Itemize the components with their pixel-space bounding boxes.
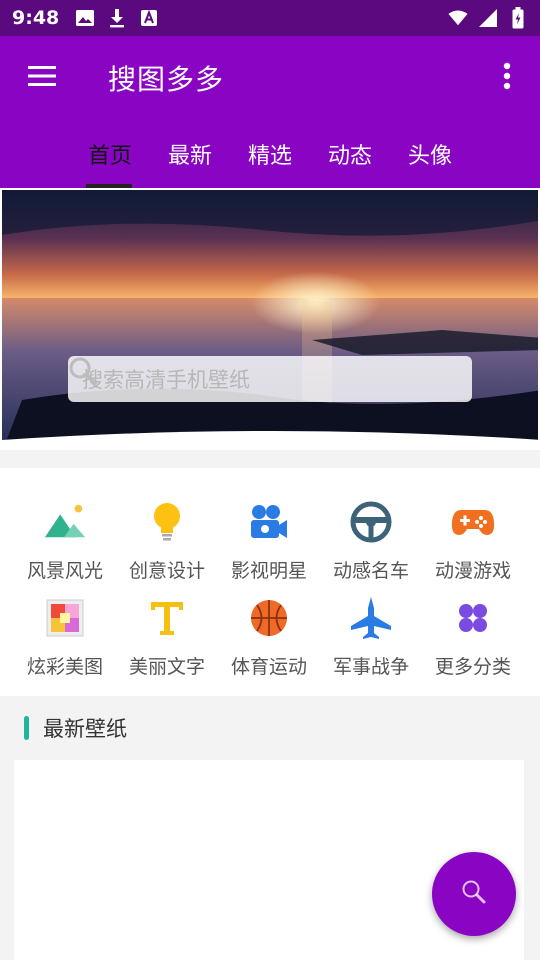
search-placeholder: 搜索高清手机壁纸 — [82, 368, 250, 392]
category-label: 军事战争 — [332, 656, 409, 678]
fighter-jet-icon — [349, 596, 393, 640]
category-label: 动漫游戏 — [434, 560, 511, 582]
steering-wheel-icon — [349, 500, 393, 544]
text-t-icon — [145, 596, 189, 640]
category-label: 动感名车 — [332, 560, 409, 582]
sunset-banner-image — [2, 190, 538, 448]
palette-icon — [43, 596, 87, 640]
landscape-icon — [43, 500, 87, 544]
category-landscape[interactable]: 风景风光 — [14, 498, 116, 594]
battery-icon — [508, 7, 528, 29]
category-cars[interactable]: 动感名车 — [320, 498, 422, 594]
menu-button[interactable] — [0, 36, 84, 120]
category-anime-games[interactable]: 动漫游戏 — [422, 498, 524, 594]
category-label: 影视明星 — [230, 560, 307, 582]
category-colorful[interactable]: 炫彩美图 — [14, 594, 116, 690]
download-icon — [107, 8, 127, 28]
lightbulb-icon — [145, 500, 189, 544]
image-icon — [75, 8, 95, 28]
category-grid: 风景风光 创意设计 影视明星 动感名车 动漫游戏 炫彩美图 美丽文字 体育运动 … — [0, 468, 540, 696]
signal-icon — [478, 8, 498, 28]
category-sports[interactable]: 体育运动 — [218, 594, 320, 690]
search-icon — [461, 879, 487, 909]
menu-icon — [27, 65, 57, 91]
latest-wallpapers-header: 最新壁纸 — [0, 708, 540, 748]
basketball-icon — [247, 596, 291, 640]
more-grid-icon — [451, 596, 495, 640]
tab-avatar[interactable]: 头像 — [390, 120, 470, 188]
a-icon — [139, 8, 159, 28]
tab-latest[interactable]: 最新 — [150, 120, 230, 188]
tab-dynamic[interactable]: 动态 — [310, 120, 390, 188]
category-label: 炫彩美图 — [26, 656, 103, 678]
tab-bar: 首页 最新 精选 动态 头像 — [0, 120, 540, 188]
section-title: 最新壁纸 — [43, 717, 127, 741]
search-box[interactable]: 搜索高清手机壁纸 — [68, 356, 472, 402]
tab-featured[interactable]: 精选 — [230, 120, 310, 188]
category-label: 创意设计 — [128, 560, 205, 582]
app-title: 搜图多多 — [108, 63, 225, 96]
status-bar: 9:48 — [0, 0, 540, 36]
more-vert-icon — [503, 62, 511, 94]
category-military[interactable]: 军事战争 — [320, 594, 422, 690]
tab-home[interactable]: 首页 — [70, 120, 150, 188]
more-options-button[interactable] — [474, 36, 540, 120]
category-label: 风景风光 — [26, 560, 103, 582]
category-creative[interactable]: 创意设计 — [116, 498, 218, 594]
banner[interactable]: 搜索高清手机壁纸 — [0, 188, 540, 450]
category-more[interactable]: 更多分类 — [422, 594, 524, 690]
category-text[interactable]: 美丽文字 — [116, 594, 218, 690]
category-label: 更多分类 — [434, 656, 511, 678]
category-movies[interactable]: 影视明星 — [218, 498, 320, 594]
section-accent-bar — [24, 716, 29, 740]
category-label: 体育运动 — [230, 656, 307, 678]
status-time: 9:48 — [12, 7, 60, 29]
movie-camera-icon — [247, 500, 291, 544]
gamepad-icon — [451, 500, 495, 544]
search-fab[interactable] — [432, 852, 516, 936]
app-bar: 搜图多多 — [0, 36, 540, 120]
wifi-icon — [448, 8, 468, 28]
category-label: 美丽文字 — [128, 656, 205, 678]
